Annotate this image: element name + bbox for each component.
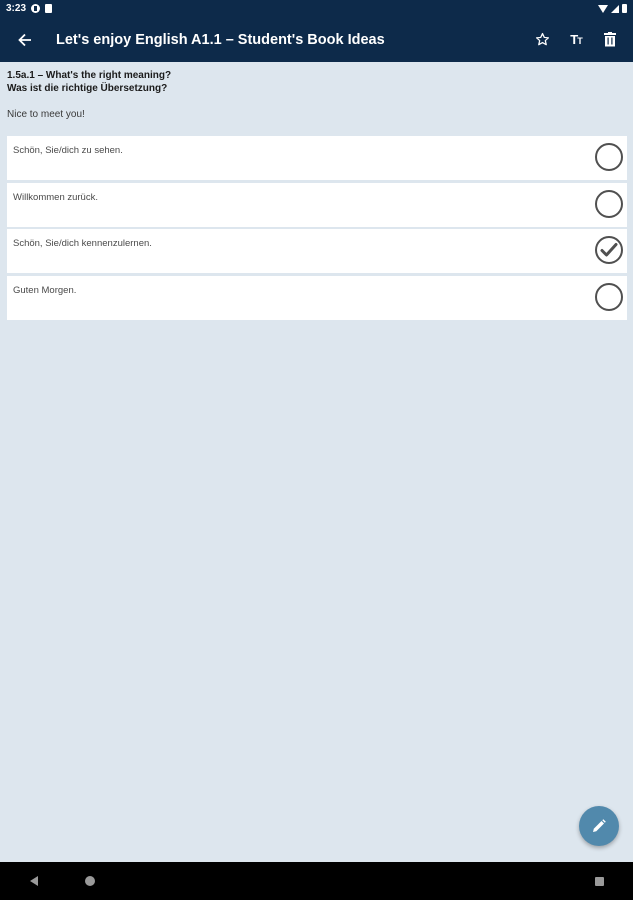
checkmark-icon (600, 243, 618, 257)
navigation-bar (0, 862, 633, 900)
text-size-icon: TT (570, 32, 582, 47)
answer-option[interactable]: Schön, Sie/dich kennenzulernen. (7, 229, 627, 273)
app-notification-icon (31, 4, 41, 13)
nav-back-icon (30, 876, 38, 886)
status-time: 3:23 (6, 3, 27, 14)
answer-option[interactable]: Schön, Sie/dich zu sehen. (7, 136, 627, 180)
nav-recents-icon (594, 876, 604, 886)
answer-option[interactable]: Willkommen zurück. (7, 182, 627, 227)
favorite-button[interactable] (525, 17, 559, 62)
answer-option[interactable]: Guten Morgen. (7, 275, 627, 320)
status-bar: 3:23 (0, 0, 633, 17)
delete-button[interactable] (593, 17, 627, 62)
delete-icon (604, 32, 616, 47)
text-size-small: T (577, 36, 582, 46)
text-size-button[interactable]: TT (559, 17, 593, 62)
answer-option-label: Schön, Sie/dich kennenzulernen. (13, 238, 152, 249)
signal-icon (611, 4, 619, 13)
question-header: 1.5a.1 – What's the right meaning? Was i… (0, 62, 633, 95)
radio-unchecked-icon[interactable] (595, 143, 623, 171)
sd-card-icon (45, 4, 53, 13)
battery-icon (622, 4, 627, 13)
app-bar: Let's enjoy English A1.1 – Student's Boo… (0, 17, 633, 62)
screen: 3:23 Let's enjoy English A1.1 – Student'… (0, 0, 633, 900)
radio-unchecked-icon[interactable] (595, 189, 623, 218)
star-icon (535, 32, 549, 46)
question-title: 1.5a.1 – What's the right meaning? (7, 70, 172, 81)
nav-back-button[interactable] (14, 862, 54, 900)
edit-fab-button[interactable] (579, 806, 619, 846)
nav-home-icon (85, 876, 95, 886)
pencil-icon (593, 819, 606, 832)
answer-option-label: Schön, Sie/dich zu sehen. (13, 145, 123, 156)
back-arrow-icon (18, 33, 31, 46)
nav-recents-button[interactable] (579, 862, 619, 900)
nav-home-button[interactable] (70, 862, 110, 900)
question-content: 1.5a.1 – What's the right meaning? Was i… (0, 62, 633, 322)
answer-option-label: Willkommen zurück. (13, 191, 98, 203)
answer-option-label: Guten Morgen. (13, 284, 77, 296)
wifi-icon (598, 4, 608, 13)
answer-options: Schön, Sie/dich zu sehen. Willkommen zur… (0, 136, 633, 320)
page-title: Let's enjoy English A1.1 – Student's Boo… (56, 31, 385, 48)
question-prompt: Nice to meet you! (7, 109, 85, 120)
radio-unchecked-icon[interactable] (595, 282, 623, 311)
radio-checked-icon[interactable] (595, 236, 623, 264)
question-subtitle: Was ist die richtige Übersetzung? (7, 83, 168, 94)
back-button[interactable] (0, 17, 50, 62)
